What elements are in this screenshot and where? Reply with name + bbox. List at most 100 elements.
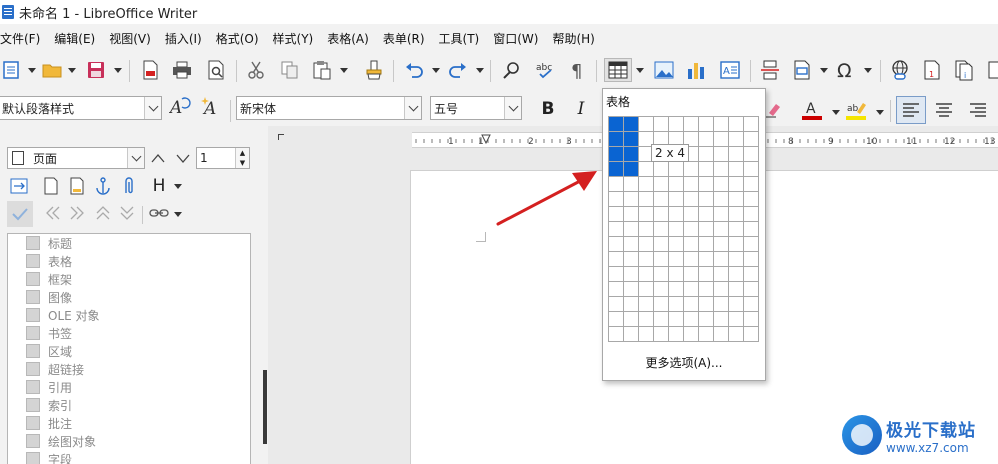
table-grid-cell[interactable] (699, 222, 714, 237)
copy-icon[interactable] (278, 58, 302, 82)
save-dropdown-arrow[interactable] (114, 68, 122, 73)
table-grid-cell[interactable] (669, 267, 684, 282)
nav-item-references[interactable]: 引用 (26, 378, 72, 396)
table-grid-cell[interactable] (744, 207, 759, 222)
spinner-arrows-icon[interactable]: ▲ ▼ (235, 148, 249, 168)
save-icon[interactable] (84, 58, 108, 82)
table-grid-cell[interactable] (744, 237, 759, 252)
table-grid-cell[interactable] (609, 297, 624, 312)
chevron-down-icon[interactable] (404, 97, 421, 119)
insert-chart-icon[interactable] (684, 58, 708, 82)
table-grid-cell[interactable] (714, 252, 729, 267)
table-grid-cell[interactable] (684, 312, 699, 327)
table-grid-cell[interactable] (624, 282, 639, 297)
table-grid-cell[interactable] (714, 207, 729, 222)
table-grid-cell[interactable] (669, 282, 684, 297)
table-grid-cell[interactable] (654, 252, 669, 267)
table-grid-cell[interactable] (729, 192, 744, 207)
previous-page-icon[interactable] (150, 152, 166, 164)
table-grid-cell[interactable] (654, 267, 669, 282)
table-grid-cell[interactable] (609, 222, 624, 237)
paragraph-style-combo[interactable]: 默认段落样式 (0, 96, 162, 120)
table-grid-cell[interactable] (699, 267, 714, 282)
drag-mode-dropdown-arrow[interactable] (174, 212, 182, 217)
table-grid-cell[interactable] (639, 237, 654, 252)
heading-button[interactable]: H (148, 175, 170, 197)
insert-textbox-icon[interactable]: A (718, 58, 742, 82)
table-grid-cell[interactable] (699, 147, 714, 162)
nav-item-frames[interactable]: 框架 (26, 270, 72, 288)
menu-form[interactable]: 表单(R) (376, 30, 432, 47)
table-grid-cell[interactable] (699, 282, 714, 297)
spellcheck-icon[interactable]: abc (534, 58, 558, 82)
nav-item-tables[interactable]: 表格 (26, 252, 72, 270)
special-character-dropdown-arrow[interactable] (864, 68, 872, 73)
nav-item-sections[interactable]: 区域 (26, 342, 72, 360)
table-grid-cell[interactable] (624, 132, 639, 147)
table-grid-cell[interactable] (714, 237, 729, 252)
table-grid-cell[interactable] (624, 297, 639, 312)
find-replace-icon[interactable] (500, 58, 524, 82)
table-grid-cell[interactable] (744, 147, 759, 162)
footnote-icon[interactable]: 1 (920, 58, 944, 82)
menu-format[interactable]: 格式(O) (209, 30, 266, 47)
table-grid-cell[interactable] (744, 132, 759, 147)
table-grid-cell[interactable] (744, 117, 759, 132)
table-grid-cell[interactable] (669, 297, 684, 312)
table-grid-cell[interactable] (744, 252, 759, 267)
redo-icon[interactable] (446, 58, 470, 82)
page-break-icon[interactable] (758, 58, 782, 82)
table-grid-cell[interactable] (699, 117, 714, 132)
table-grid-cell[interactable] (699, 327, 714, 342)
table-grid-cell[interactable] (654, 162, 669, 177)
table-grid-cell[interactable] (744, 192, 759, 207)
table-grid-cell[interactable] (609, 147, 624, 162)
table-grid-cell[interactable] (639, 177, 654, 192)
table-grid-cell[interactable] (684, 267, 699, 282)
clone-formatting-icon[interactable] (362, 58, 386, 82)
table-grid-cell[interactable] (684, 162, 699, 177)
table-grid-cell[interactable] (669, 162, 684, 177)
table-grid-cell[interactable] (729, 282, 744, 297)
italic-button[interactable]: I (568, 96, 594, 122)
table-grid-cell[interactable] (654, 312, 669, 327)
table-grid-cell[interactable] (714, 312, 729, 327)
table-grid-cell[interactable] (669, 312, 684, 327)
chevron-down-icon[interactable] (504, 97, 521, 119)
navigator-category-combo[interactable]: 页面 (7, 147, 145, 169)
table-grid-cell[interactable] (624, 207, 639, 222)
table-grid-cell[interactable] (744, 177, 759, 192)
table-grid-cell[interactable] (639, 297, 654, 312)
table-grid-cell[interactable] (609, 267, 624, 282)
align-center-icon[interactable] (932, 98, 956, 122)
table-grid-cell[interactable] (699, 312, 714, 327)
drag-mode-icon[interactable] (148, 202, 170, 224)
print-preview-icon[interactable] (204, 58, 228, 82)
table-grid-cell[interactable] (729, 312, 744, 327)
table-grid-cell[interactable] (624, 177, 639, 192)
table-grid-cell[interactable] (609, 117, 624, 132)
undo-icon[interactable] (402, 58, 426, 82)
insert-field-icon[interactable] (790, 58, 814, 82)
table-grid-cell[interactable] (654, 327, 669, 342)
table-grid-cell[interactable] (624, 327, 639, 342)
export-pdf-icon[interactable] (138, 58, 162, 82)
table-grid-cell[interactable] (624, 237, 639, 252)
table-grid-cell[interactable] (609, 327, 624, 342)
nav-item-fields[interactable]: 字段 (26, 450, 72, 464)
menu-edit[interactable]: 编辑(E) (47, 30, 102, 47)
paste-icon[interactable] (310, 58, 334, 82)
table-grid-cell[interactable] (684, 252, 699, 267)
toggle-navigator-icon[interactable] (8, 175, 30, 197)
table-grid-cell[interactable] (639, 192, 654, 207)
table-grid-cell[interactable] (624, 162, 639, 177)
new-document-icon[interactable] (0, 58, 24, 82)
demote-level-icon[interactable] (116, 202, 138, 224)
table-grid-cell[interactable] (684, 117, 699, 132)
table-grid-cell[interactable] (699, 132, 714, 147)
table-grid-cell[interactable] (729, 117, 744, 132)
table-grid-cell[interactable] (654, 177, 669, 192)
table-grid-cell[interactable] (714, 177, 729, 192)
table-grid-cell[interactable] (624, 252, 639, 267)
table-grid-cell[interactable] (654, 207, 669, 222)
